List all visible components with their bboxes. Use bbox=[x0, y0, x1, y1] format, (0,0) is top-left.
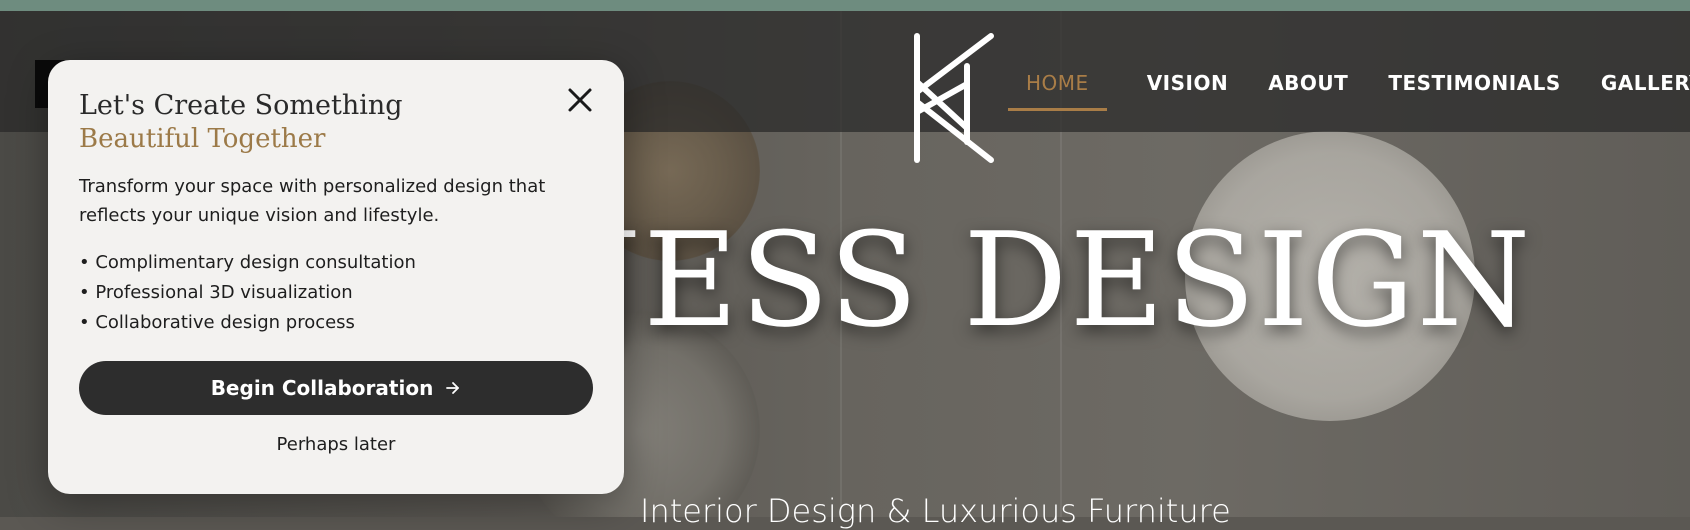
nav-gallery[interactable]: GALLERY bbox=[1601, 70, 1690, 96]
nav-vision-label: VISION bbox=[1146, 71, 1229, 95]
kd-monogram-logo[interactable] bbox=[905, 30, 995, 168]
hero-subtitle: Interior Design & Luxurious Furniture bbox=[640, 492, 1231, 530]
perhaps-later-link[interactable]: Perhaps later bbox=[48, 434, 624, 455]
nav-testimonials[interactable]: TESTIMONIALS bbox=[1388, 70, 1561, 96]
browser-top-strip bbox=[0, 0, 1690, 11]
nav-gallery-label: GALLERY bbox=[1600, 71, 1690, 95]
arrow-right-icon bbox=[446, 382, 460, 394]
nav-about-label: ABOUT bbox=[1268, 71, 1349, 95]
close-icon[interactable] bbox=[564, 84, 596, 116]
benefit-item: • Professional 3D visualization bbox=[79, 282, 353, 303]
nav-active-underline bbox=[1008, 108, 1107, 111]
nav-testimonials-label: TESTIMONIALS bbox=[1388, 71, 1561, 95]
nav-home[interactable]: HOME bbox=[1008, 70, 1107, 111]
begin-collaboration-button[interactable]: Begin Collaboration bbox=[79, 361, 593, 415]
begin-collaboration-label: Begin Collaboration bbox=[210, 376, 434, 400]
collaboration-modal: Let's Create Something Beautiful Togethe… bbox=[48, 60, 624, 494]
benefit-item: • Collaborative design process bbox=[79, 312, 355, 333]
modal-description: Transform your space with personalized d… bbox=[79, 176, 546, 226]
main-nav: HOME VISION ABOUT TESTIMONIALS GALLERY bbox=[1008, 70, 1690, 111]
benefit-item: • Complimentary design consultation bbox=[79, 252, 416, 273]
nav-about[interactable]: ABOUT bbox=[1268, 70, 1348, 96]
hero-title: KJESS DESIGN bbox=[490, 204, 1533, 356]
benefits-list: • Complimentary design consultation • Pr… bbox=[79, 248, 416, 338]
modal-title-line1: Let's Create Something bbox=[79, 90, 403, 121]
modal-title-line2: Beautiful Together bbox=[79, 124, 326, 154]
nav-home-label: HOME bbox=[1026, 71, 1089, 95]
nav-vision[interactable]: VISION bbox=[1147, 70, 1229, 96]
